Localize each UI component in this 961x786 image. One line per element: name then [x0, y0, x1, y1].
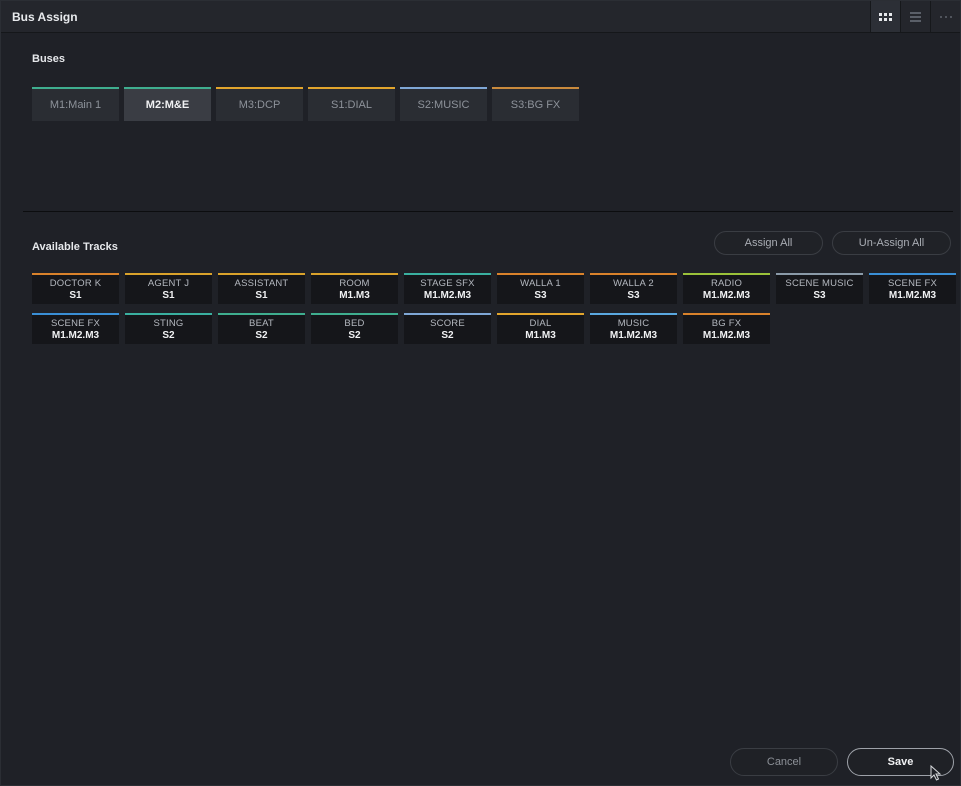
track-name: BG FX — [711, 318, 742, 329]
track-tile[interactable]: BEAT S2 — [218, 313, 305, 344]
track-bus-assignment: M1.M2.M3 — [888, 290, 937, 301]
assign-all-button[interactable]: Assign All — [714, 231, 823, 255]
track-bus-assignment: M1.M2.M3 — [51, 330, 100, 341]
track-tile[interactable]: RADIO M1.M2.M3 — [683, 273, 770, 304]
track-tile[interactable]: BED S2 — [311, 313, 398, 344]
track-tile[interactable]: WALLA 1 S3 — [497, 273, 584, 304]
section-divider — [23, 211, 953, 212]
track-tile[interactable]: WALLA 2 S3 — [590, 273, 677, 304]
track-bus-assignment: S2 — [348, 330, 361, 341]
bus-button[interactable]: S2:MUSIC — [400, 87, 487, 121]
track-name: BEAT — [249, 318, 274, 329]
bus-button[interactable]: S1:DIAL — [308, 87, 395, 121]
track-name: BED — [344, 318, 365, 329]
track-name: MUSIC — [617, 318, 650, 329]
track-bus-assignment: S2 — [255, 330, 268, 341]
window-title: Bus Assign — [12, 10, 78, 24]
track-name: STING — [153, 318, 184, 329]
track-bus-assignment: M1.M2.M3 — [702, 290, 751, 301]
track-tile[interactable]: DOCTOR K S1 — [32, 273, 119, 304]
track-bus-assignment: M1.M2.M3 — [423, 290, 472, 301]
track-bus-assignment: S3 — [813, 290, 826, 301]
more-options-icon[interactable] — [930, 1, 960, 32]
bus-button[interactable]: S3:BG FX — [492, 87, 579, 121]
track-tile[interactable]: SCENE MUSIC S3 — [776, 273, 863, 304]
track-bus-assignment: M1.M2.M3 — [609, 330, 658, 341]
track-name: ASSISTANT — [234, 278, 289, 289]
track-name: SCENE FX — [50, 318, 101, 329]
track-name: WALLA 2 — [613, 278, 654, 289]
track-bus-assignment: S1 — [162, 290, 175, 301]
title-bar: Bus Assign — [1, 1, 960, 33]
track-bus-assignment: S1 — [255, 290, 268, 301]
track-bus-assignment: S3 — [534, 290, 547, 301]
grid-view-icon[interactable] — [870, 1, 900, 32]
track-tile[interactable]: SCENE FX M1.M2.M3 — [32, 313, 119, 344]
track-name: SCENE FX — [887, 278, 938, 289]
track-bus-assignment: S2 — [441, 330, 454, 341]
mouse-cursor-icon — [930, 765, 942, 781]
bus-list: M1:Main 1 M2:M&E M3:DCP S1:DIAL S2:MUSIC S3:B… — [32, 87, 579, 121]
track-bus-assignment: M1.M3 — [339, 290, 370, 301]
bus-button[interactable]: M1:Main 1 — [32, 87, 119, 121]
track-name: ROOM — [339, 278, 370, 289]
track-name: STAGE SFX — [420, 278, 475, 289]
track-tile[interactable]: SCORE S2 — [404, 313, 491, 344]
bus-assign-window: Bus Assign Buses M1:Main 1 M2:M&E M3:DCP S1… — [0, 0, 961, 786]
available-tracks-heading: Available Tracks — [32, 241, 118, 253]
track-tile[interactable]: SCENE FX M1.M2.M3 — [869, 273, 956, 304]
track-tile[interactable]: BG FX M1.M2.M3 — [683, 313, 770, 344]
track-tile[interactable]: STAGE SFX M1.M2.M3 — [404, 273, 491, 304]
track-name: DOCTOR K — [49, 278, 102, 289]
track-bus-assignment: M1.M3 — [525, 330, 556, 341]
track-name: WALLA 1 — [520, 278, 561, 289]
track-bus-assignment: S2 — [162, 330, 175, 341]
track-bus-assignment: S3 — [627, 290, 640, 301]
track-tile[interactable]: STING S2 — [125, 313, 212, 344]
bus-button[interactable]: M3:DCP — [216, 87, 303, 121]
track-tile[interactable]: DIAL M1.M3 — [497, 313, 584, 344]
unassign-all-button[interactable]: Un-Assign All — [832, 231, 951, 255]
track-name: SCORE — [430, 318, 465, 329]
track-bus-assignment: M1.M2.M3 — [702, 330, 751, 341]
track-name: DIAL — [529, 318, 552, 329]
list-view-icon[interactable] — [900, 1, 930, 32]
track-name: RADIO — [710, 278, 743, 289]
track-grid: DOCTOR K S1 AGENT J S1 ASSISTANT S1 ROOM M1.M3 S… — [32, 273, 961, 344]
track-tile[interactable]: MUSIC M1.M2.M3 — [590, 313, 677, 344]
track-name: SCENE MUSIC — [785, 278, 854, 289]
bus-button[interactable]: M2:M&E — [124, 87, 211, 121]
track-tile[interactable]: ASSISTANT S1 — [218, 273, 305, 304]
track-name: AGENT J — [147, 278, 190, 289]
buses-heading: Buses — [32, 53, 66, 65]
track-tile[interactable]: AGENT J S1 — [125, 273, 212, 304]
cancel-button[interactable]: Cancel — [730, 748, 838, 776]
track-bus-assignment: S1 — [69, 290, 82, 301]
view-toolbar — [870, 1, 960, 32]
track-tile[interactable]: ROOM M1.M3 — [311, 273, 398, 304]
